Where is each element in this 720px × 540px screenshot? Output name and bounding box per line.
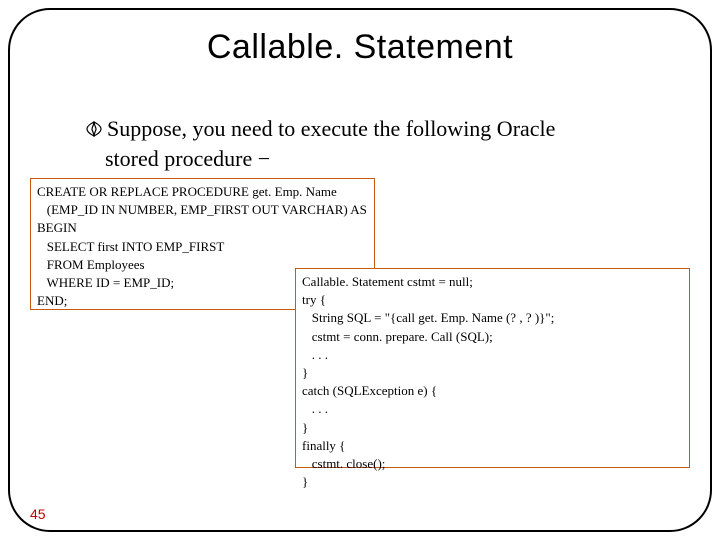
page-number: 45 [30,506,46,522]
body-line-1: Suppose, you need to execute the followi… [107,116,555,141]
body-line-2: stored procedure − [105,146,270,171]
code-block-java: Callable. Statement cstmt = null; try { … [295,268,690,468]
slide-title: Callable. Statement [0,28,720,67]
slide: Callable. Statement Suppose, you need to… [0,0,720,540]
bullet-icon [85,117,103,145]
body-paragraph: Suppose, you need to execute the followi… [85,115,665,172]
